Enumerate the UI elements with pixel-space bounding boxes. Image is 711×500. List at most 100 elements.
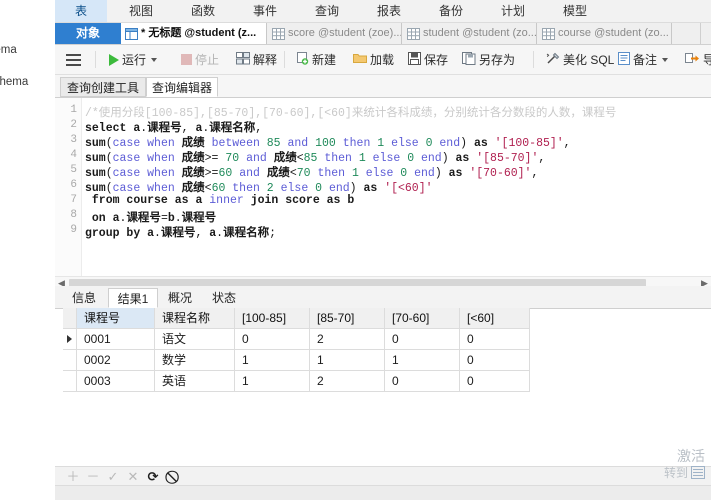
delete-record-button[interactable]: － (85, 467, 101, 486)
ribbon-tab-label: 查询 (314, 4, 339, 18)
sidebar-item-label: schema (0, 76, 29, 88)
ribbon-tab-view[interactable]: 视图 (115, 0, 167, 22)
result-tabbar: 信息 结果1 概况 状态 (55, 286, 711, 309)
explain-button[interactable]: 解释 (236, 45, 277, 74)
code-line-1: /*使用分段[100-85],[85-70],[70-60],[<60]来统计各… (85, 107, 617, 120)
sql-editor[interactable]: 1 2 3 4 5 6 7 8 9 /*使用分段[100-85],[85-70]… (55, 98, 711, 291)
ribbon-tab-function[interactable]: 函数 (177, 0, 229, 22)
table-cell[interactable]: 0 (235, 329, 310, 350)
line-number: 1 (70, 104, 77, 116)
sidebar-item-1[interactable]: schema (0, 76, 28, 88)
tab-info-label: 信息 (71, 291, 96, 305)
stop-button[interactable]: 停止 (181, 45, 219, 74)
run-button[interactable]: 运行 (109, 45, 158, 74)
query-toolbar: 运行 停止 解释 新建 加载 保存 另存为 美化 SQL 备注 导 (55, 45, 711, 75)
tab-info[interactable]: 信息 (60, 288, 108, 308)
row-marker[interactable] (63, 350, 77, 371)
refresh-button[interactable]: ⟳ (145, 467, 161, 486)
record-navigation-bar: ＋ － ✓ ✕ ⟳ ⃠ (55, 466, 711, 486)
main-column: 表 视图 函数 事件 查询 报表 备份 计划 模型 对象 * 无标题 @stud… (55, 0, 711, 500)
code-line-7: from course as a inner join score as b (91, 194, 355, 207)
editor-gutter: 1 2 3 4 5 6 7 8 9 (55, 98, 82, 290)
table-cell[interactable]: 0 (385, 371, 460, 392)
line-number: 7 (70, 194, 77, 206)
ribbon-tab-table[interactable]: 表 (55, 0, 107, 22)
code-line-9: group by a.课程号, a.课程名称; (85, 227, 276, 240)
table-cell[interactable]: 2 (310, 329, 385, 350)
table-cell[interactable]: 0 (460, 329, 530, 350)
column-header[interactable]: [<60] (460, 308, 530, 329)
ribbon-tab-event[interactable]: 事件 (239, 0, 291, 22)
table-cell[interactable]: 1 (310, 350, 385, 371)
table-cell[interactable]: 0 (460, 350, 530, 371)
load-button[interactable]: 加载 (353, 45, 394, 74)
sidebar-item-0[interactable]: hema (0, 44, 17, 56)
document-tab-student[interactable]: student @student (zo... (403, 23, 537, 44)
column-header[interactable]: [100-85] (235, 308, 310, 329)
ribbon-tab-label: 模型 (562, 4, 587, 18)
run-button-label: 运行 (122, 53, 147, 67)
document-tab-untitled-query[interactable]: * 无标题 @student (z... (121, 23, 267, 44)
apply-change-button[interactable]: ✓ (105, 467, 121, 486)
export-button[interactable]: 导出 (685, 45, 711, 74)
results-pane: 信息 结果1 概况 状态 课程号 课程名称 [100-85] [85-70] [70-6… (55, 286, 711, 500)
line-number: 4 (70, 149, 77, 161)
main-menu-button[interactable] (66, 45, 81, 74)
stop-button[interactable]: ⃠ (167, 467, 183, 486)
tab-result1[interactable]: 结果1 (108, 288, 158, 308)
ribbon-tab-model[interactable]: 模型 (549, 0, 601, 22)
tabbar-overflow-area[interactable] (700, 23, 711, 44)
ribbon-tab-label: 备份 (438, 4, 463, 18)
chevron-down-icon[interactable] (662, 57, 669, 62)
code-line-4: sum(case when 成绩>= 70 and 成绩<85 then 1 e… (85, 152, 546, 165)
ribbon-tab-report[interactable]: 报表 (363, 0, 415, 22)
stop-icon (181, 54, 192, 65)
status-bar (55, 485, 711, 500)
tab-query-builder[interactable]: 查询创建工具 (60, 77, 146, 97)
ribbon-tab-query[interactable]: 查询 (301, 0, 353, 22)
table-cell[interactable]: 0001 (77, 329, 155, 350)
ribbon-tab-label: 报表 (376, 4, 401, 18)
table-cell[interactable]: 1 (235, 350, 310, 371)
document-tab-score[interactable]: score @student (zoe)... (268, 23, 402, 44)
play-icon (109, 53, 119, 66)
tab-profile[interactable]: 概况 (158, 288, 202, 308)
beautify-sql-button[interactable]: 美化 SQL (546, 45, 614, 74)
ribbon-tab-backup[interactable]: 备份 (425, 0, 477, 22)
left-sidebar-strip: hema schema (0, 0, 56, 500)
table-cell[interactable]: 0 (460, 371, 530, 392)
save-as-button[interactable]: 另存为 (462, 45, 515, 74)
table-cell[interactable]: 语文 (155, 329, 235, 350)
tab-query-editor[interactable]: 查询编辑器 (146, 77, 218, 97)
column-header[interactable]: 课程号 (77, 308, 155, 329)
document-tab-label: student @student (zo... (423, 27, 537, 39)
table-cell[interactable]: 0 (385, 329, 460, 350)
table-cell[interactable]: 1 (235, 371, 310, 392)
comment-button[interactable]: 备注 (618, 45, 669, 74)
row-marker[interactable] (63, 329, 77, 350)
new-button[interactable]: 新建 (295, 45, 336, 74)
table-cell[interactable]: 0003 (77, 371, 155, 392)
table-cell[interactable]: 数学 (155, 350, 235, 371)
table-cell[interactable]: 0002 (77, 350, 155, 371)
document-tabbar: 对象 * 无标题 @student (z... score @student (… (55, 23, 711, 45)
ribbon-tab-schedule[interactable]: 计划 (487, 0, 539, 22)
ribbon-tab-label: 计划 (500, 4, 525, 18)
add-record-button[interactable]: ＋ (65, 467, 81, 486)
document-tab-course[interactable]: course @student (zo... (538, 23, 672, 44)
table-cell[interactable]: 英语 (155, 371, 235, 392)
folder-icon (353, 52, 367, 67)
save-button[interactable]: 保存 (408, 45, 448, 74)
navicat-window: hema schema 表 视图 函数 事件 查询 报表 备份 计划 模型 对象 (0, 0, 711, 500)
object-tab-button[interactable]: 对象 (55, 23, 121, 44)
discard-change-button[interactable]: ✕ (125, 467, 141, 486)
column-header[interactable]: [70-60] (385, 308, 460, 329)
ribbon-tab-label: 表 (74, 4, 87, 18)
column-header[interactable]: [85-70] (310, 308, 385, 329)
table-cell[interactable]: 2 (310, 371, 385, 392)
table-cell[interactable]: 1 (385, 350, 460, 371)
column-header[interactable]: 课程名称 (155, 308, 235, 329)
tab-status[interactable]: 状态 (202, 288, 246, 308)
row-marker[interactable] (63, 371, 77, 392)
chevron-down-icon[interactable] (151, 57, 158, 62)
